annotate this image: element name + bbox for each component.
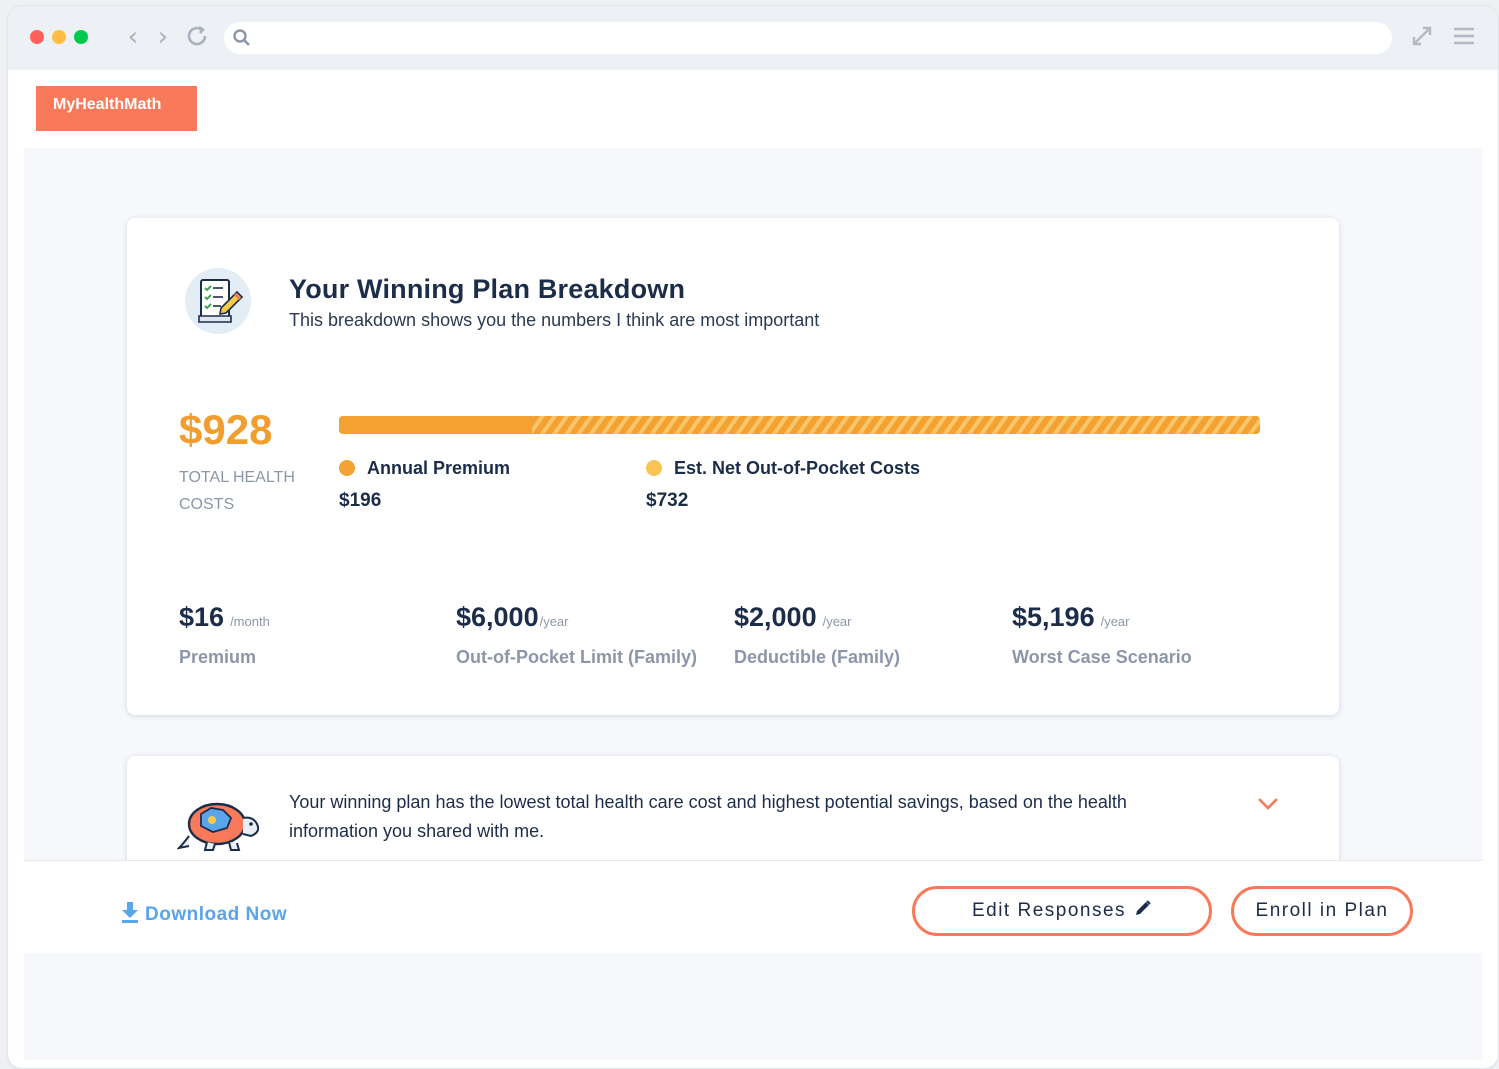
stat-deductible: $2,000/year Deductible (Family) <box>734 602 900 668</box>
stat-label: Worst Case Scenario <box>1012 647 1192 667</box>
stat-label: Out-of-Pocket Limit (Family) <box>456 647 698 667</box>
plan-breakdown-card: Your Winning Plan Breakdown This breakdo… <box>127 218 1339 715</box>
brand-logo[interactable]: MyHealthMath <box>36 86 197 131</box>
search-icon <box>232 28 252 52</box>
turtle-icon <box>175 796 261 856</box>
checklist-icon <box>185 268 251 334</box>
pencil-icon <box>1134 899 1152 923</box>
stat-unit: /year <box>539 614 569 629</box>
stat-worst-case: $5,196/year Worst Case Scenario <box>1012 602 1192 668</box>
download-now-link[interactable]: Download Now <box>121 901 287 929</box>
edit-responses-button[interactable]: Edit Responses <box>912 886 1212 936</box>
edit-responses-label: Edit Responses <box>971 900 1127 921</box>
back-icon[interactable]: ‹ <box>120 22 146 52</box>
stat-amount: $6,000 <box>456 602 539 632</box>
enroll-label: Enroll in Plan <box>1255 900 1389 921</box>
out-of-pocket-segment <box>532 416 1260 434</box>
annual-premium-segment <box>339 416 533 434</box>
fullscreen-icon[interactable] <box>1410 24 1434 52</box>
breakdown-title: Your Winning Plan Breakdown <box>289 274 686 304</box>
stat-unit: /month <box>230 614 270 629</box>
stat-amount: $16 <box>179 602 225 632</box>
stat-label: Deductible (Family) <box>734 647 901 667</box>
breakdown-subtitle: This breakdown shows you the numbers I t… <box>289 310 820 330</box>
maximize-window-button[interactable] <box>74 30 88 44</box>
out-of-pocket-swatch <box>646 460 662 476</box>
chevron-down-icon[interactable] <box>1257 796 1279 815</box>
minimize-window-button[interactable] <box>52 30 66 44</box>
stat-amount: $5,196 <box>1012 602 1095 632</box>
legend-value: $196 <box>339 490 382 511</box>
menu-icon[interactable] <box>1452 24 1476 52</box>
enroll-in-plan-button[interactable]: Enroll in Plan <box>1231 886 1413 936</box>
stat-out-of-pocket-limit: $6,000/year Out-of-Pocket Limit (Family) <box>456 602 697 668</box>
legend-label: Annual Premium <box>367 458 511 478</box>
reason-message: Your winning plan has the lowest total h… <box>289 792 1127 841</box>
download-icon <box>121 901 139 929</box>
total-health-costs-value: $928 <box>179 406 273 453</box>
stat-unit: /year <box>822 614 852 629</box>
cost-bar <box>339 416 1260 434</box>
stat-premium: $16/month Premium <box>179 602 270 668</box>
legend-label: Est. Net Out-of-Pocket Costs <box>674 458 921 478</box>
address-bar[interactable] <box>224 22 1392 54</box>
stat-unit: /year <box>1100 614 1130 629</box>
browser-toolbar: ‹ › <box>8 6 1498 70</box>
close-window-button[interactable] <box>30 30 44 44</box>
action-footer: Download Now Edit Responses Enroll in Pl… <box>24 860 1483 953</box>
forward-icon[interactable]: › <box>150 22 176 52</box>
total-health-costs-label: TOTAL HEALTH COSTS <box>179 469 295 513</box>
browser-window: ‹ › MyHealthMath Your Winning Plan Break… <box>8 6 1498 1068</box>
legend-value: $732 <box>646 490 689 511</box>
reload-icon[interactable] <box>184 24 210 54</box>
stat-label: Premium <box>179 647 257 667</box>
annual-premium-swatch <box>339 460 355 476</box>
download-label: Download Now <box>145 904 288 925</box>
stat-amount: $2,000 <box>734 602 817 632</box>
